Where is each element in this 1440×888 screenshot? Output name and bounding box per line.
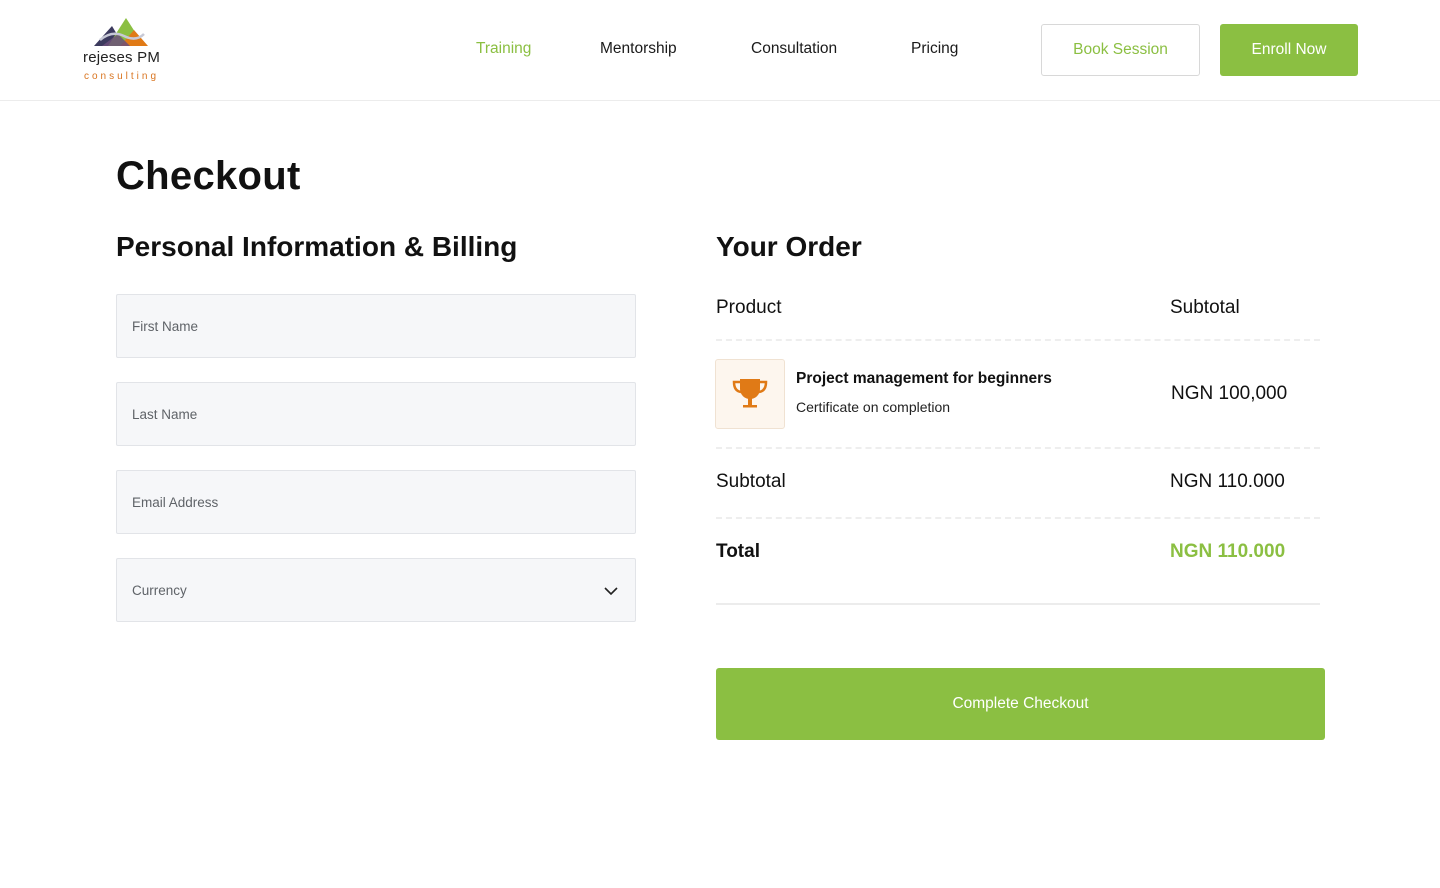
divider [716, 447, 1320, 449]
billing-section-title: Personal Information & Billing [116, 231, 518, 262]
currency-select[interactable]: Currency [116, 558, 636, 622]
first-name-field-wrapper [116, 294, 636, 358]
brand-name: rejeses PM [83, 49, 161, 66]
nav-consultation[interactable]: Consultation [751, 40, 837, 58]
chevron-down-icon [604, 587, 618, 596]
product-column-header: Product [716, 297, 782, 318]
page-title: Checkout [116, 154, 301, 198]
nav-pricing[interactable]: Pricing [911, 40, 958, 58]
brand-logo[interactable]: rejeses PM consulting [82, 14, 162, 86]
product-thumbnail [715, 359, 785, 429]
site-header: rejeses PM consulting Training Mentorshi… [0, 0, 1440, 101]
enroll-now-button[interactable]: Enroll Now [1220, 24, 1358, 76]
total-value: NGN 110.000 [1170, 541, 1286, 562]
mountain-logo-icon [94, 18, 148, 46]
email-input[interactable] [117, 471, 635, 533]
last-name-input[interactable] [117, 383, 635, 445]
product-price: NGN 100,000 [1171, 383, 1288, 404]
divider [716, 517, 1320, 519]
subtotal-column-header: Subtotal [1170, 297, 1240, 318]
last-name-field-wrapper [116, 382, 636, 446]
first-name-input[interactable] [117, 295, 635, 357]
nav-mentorship[interactable]: Mentorship [600, 40, 677, 58]
book-session-button[interactable]: Book Session [1041, 24, 1200, 76]
currency-select-placeholder: Currency [132, 582, 187, 598]
email-field-wrapper [116, 470, 636, 534]
divider [716, 603, 1320, 605]
trophy-icon [732, 379, 768, 408]
subtotal-label: Subtotal [716, 471, 786, 492]
product-name: Project management for beginners [796, 370, 1052, 387]
nav-training[interactable]: Training [476, 40, 531, 58]
subtotal-value: NGN 110.000 [1170, 471, 1285, 492]
complete-checkout-button[interactable]: Complete Checkout [716, 668, 1325, 740]
product-description: Certificate on completion [796, 399, 951, 415]
brand-tagline: consulting [84, 71, 160, 82]
divider [716, 339, 1320, 341]
order-section-title: Your Order [716, 231, 862, 262]
total-label: Total [716, 541, 760, 562]
